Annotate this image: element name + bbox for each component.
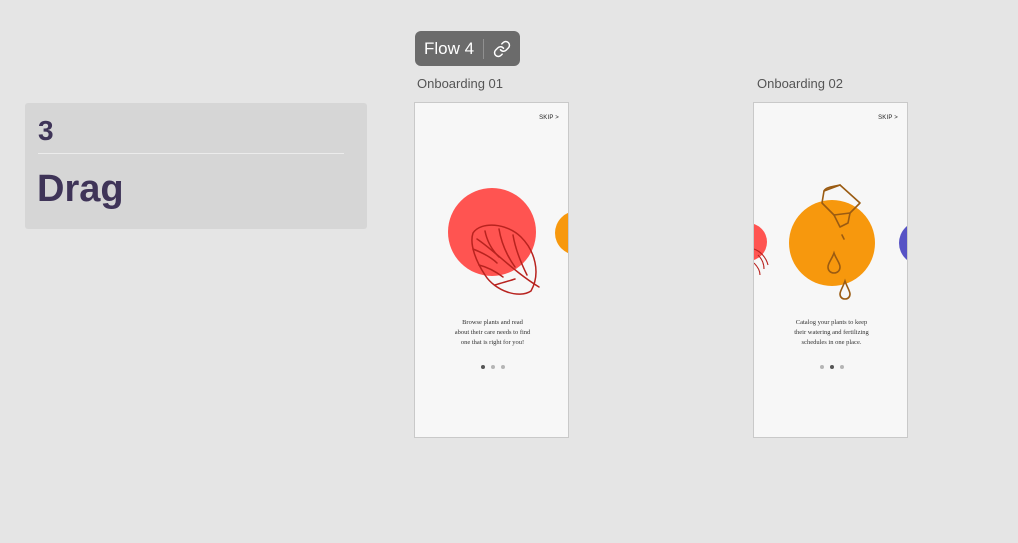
flow-badge: Flow 4 <box>415 31 521 66</box>
caption: Catalog your plants to keep their wateri… <box>754 318 907 348</box>
step-title: Drag <box>37 168 124 210</box>
onboarding-02-illustration <box>754 184 907 300</box>
caption-line: about their care needs to find <box>454 329 531 336</box>
page-dots <box>754 365 907 369</box>
onboarding-01-illustration <box>448 188 568 295</box>
caption-line: Catalog your plants to keep <box>795 319 868 326</box>
caption: Browse plants and read about their care … <box>415 318 568 348</box>
frame-label-onboarding-01[interactable]: Onboarding 01 <box>417 76 503 91</box>
page-dots <box>415 365 568 369</box>
peek-circle <box>555 212 568 254</box>
step-divider <box>38 153 344 154</box>
caption-line: schedules in one place. <box>801 339 862 346</box>
page-dot-1[interactable] <box>480 365 485 369</box>
page-dot-3[interactable] <box>500 365 505 369</box>
main-circle <box>448 188 536 276</box>
page-dot-3[interactable] <box>839 365 844 369</box>
caption-line: their watering and fertilizing <box>794 329 869 336</box>
frame-label-onboarding-02[interactable]: Onboarding 02 <box>757 76 843 91</box>
step-card: 3 Drag <box>25 103 367 229</box>
link-icon[interactable] <box>484 31 520 66</box>
page-dot-2[interactable] <box>829 365 834 369</box>
caption-line: one that is right for you! <box>460 339 525 346</box>
flow-label[interactable]: Flow 4 <box>415 31 483 66</box>
peek-circle <box>899 226 907 260</box>
page-dot-1[interactable] <box>819 365 824 369</box>
left-peek-circle <box>754 223 767 261</box>
frame-onboarding-02[interactable]: SKIP > Catalog your plants to keep their… <box>753 102 908 438</box>
skip-button[interactable]: SKIP > <box>878 115 898 121</box>
frame-onboarding-01[interactable]: SKIP > Browse plants and read about thei… <box>414 102 569 438</box>
step-number: 3 <box>38 115 54 146</box>
caption-line: Browse plants and read <box>462 319 523 326</box>
page-dot-2[interactable] <box>490 365 495 369</box>
skip-button[interactable]: SKIP > <box>539 115 559 121</box>
